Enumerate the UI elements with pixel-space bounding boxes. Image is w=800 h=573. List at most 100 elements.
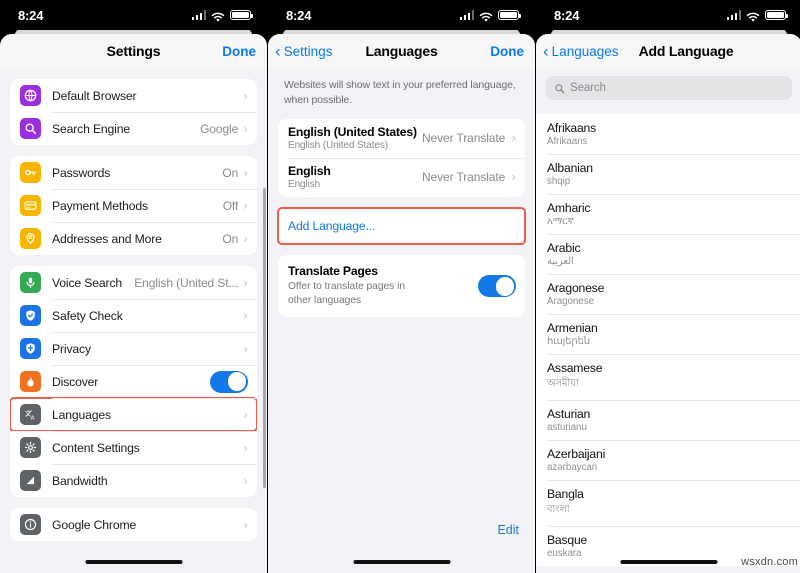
row-search-engine[interactable]: Search Engine Google ›: [10, 112, 257, 145]
row-label: Discover: [52, 374, 99, 389]
done-button[interactable]: Done: [222, 34, 256, 68]
row-addresses-and-more[interactable]: Addresses and More On ›: [10, 222, 257, 255]
row-default-browser[interactable]: Default Browser ›: [10, 79, 257, 112]
key-icon: [20, 162, 41, 183]
row-bandwidth[interactable]: Bandwidth ›: [10, 464, 257, 497]
row-value: Off: [222, 198, 239, 213]
settings-group: Voice Search English (United St... › Saf…: [10, 266, 257, 497]
cellular-signal-icon: [191, 10, 206, 20]
language-translate-state: Never Translate: [421, 170, 506, 185]
row-label: Passwords: [52, 165, 111, 180]
cellular-signal-icon: [726, 10, 741, 20]
microphone-icon: [20, 272, 41, 293]
settings-group: Passwords On › Payment Methods Off › Add…: [10, 156, 257, 255]
chevron-right-icon: ›: [243, 121, 248, 136]
row-google-chrome[interactable]: Google Chrome ›: [10, 508, 257, 541]
shield-icon: [20, 338, 41, 359]
row-label: Payment Methods: [52, 198, 148, 213]
chevron-right-icon: ›: [511, 170, 516, 185]
chevron-right-icon: ›: [511, 131, 516, 146]
row-languages[interactable]: 文A Languages ›: [10, 397, 257, 432]
page-title: Languages: [365, 43, 438, 59]
add-language-label: Add Language...: [278, 208, 525, 245]
edit-button[interactable]: Edit: [497, 523, 519, 537]
language-row-english-united-states[interactable]: English (United States) English (United …: [278, 119, 525, 159]
chevron-right-icon: ›: [243, 88, 248, 103]
vertical-scrollbar[interactable]: [263, 188, 266, 488]
chevron-right-icon: ›: [243, 473, 248, 488]
status-bar: 8:24: [536, 0, 800, 30]
list-item[interactable]: Asturian asturianu: [536, 400, 800, 440]
list-item[interactable]: Assamese অসমীয়া: [536, 354, 800, 400]
list-item[interactable]: Azerbaijani azərbaycan: [536, 440, 800, 480]
list-item[interactable]: Aragonese Aragonese: [536, 274, 800, 314]
language-name: Assamese: [547, 361, 603, 375]
settings-scroll-area[interactable]: Default Browser › Search Engine Google ›: [0, 68, 267, 573]
status-indicators: [726, 9, 788, 22]
available-languages-list: Afrikaans Afrikaans Albanian shqip Amhar…: [536, 114, 800, 566]
list-item[interactable]: Albanian shqip: [536, 154, 800, 194]
languages-scroll-area[interactable]: Websites will show text in your preferre…: [268, 68, 535, 573]
list-item[interactable]: Arabic العربية: [536, 234, 800, 274]
credit-card-icon: [20, 195, 41, 216]
translate-pages-toggle[interactable]: [478, 275, 516, 298]
info-icon: [20, 514, 41, 535]
row-label: Content Settings: [52, 440, 140, 455]
back-button-languages[interactable]: ‹ Languages: [543, 34, 619, 68]
list-item[interactable]: Afrikaans Afrikaans: [536, 114, 800, 154]
chevron-right-icon: ›: [243, 198, 248, 213]
status-clock: 8:24: [554, 7, 580, 23]
add-language-sheet: ‹ Languages Add Language Search Afrikaan…: [536, 34, 800, 573]
chevron-right-icon: ›: [243, 275, 248, 290]
search-placeholder: Search: [570, 82, 606, 94]
row-privacy[interactable]: Privacy ›: [10, 332, 257, 365]
list-item[interactable]: Bangla বাংলা: [536, 480, 800, 526]
home-indicator: [85, 559, 182, 564]
row-label: Google Chrome: [52, 517, 137, 532]
row-discover[interactable]: Discover: [10, 365, 257, 398]
row-translate-pages[interactable]: Translate Pages Offer to translate pages…: [278, 255, 525, 317]
phone-panel-languages: 8:24 ‹ Settings Languages Done Websites …: [268, 0, 535, 573]
search-input[interactable]: Search: [546, 76, 792, 100]
row-voice-search[interactable]: Voice Search English (United St... ›: [10, 266, 257, 299]
done-button[interactable]: Done: [490, 34, 524, 68]
settings-group: Default Browser › Search Engine Google ›: [10, 79, 257, 145]
back-button-settings[interactable]: ‹ Settings: [275, 34, 332, 68]
row-label: Voice Search: [52, 275, 123, 290]
language-name: Aragonese: [547, 281, 605, 295]
language-row-english[interactable]: English English Never Translate ›: [278, 158, 525, 198]
settings-group: Google Chrome ›: [10, 508, 257, 541]
chevron-right-icon: ›: [243, 341, 248, 356]
language-native-name: አማርኛ: [547, 216, 574, 227]
list-item[interactable]: Armenian հայերեն: [536, 314, 800, 354]
list-item[interactable]: Amharic አማርኛ: [536, 194, 800, 234]
search-icon: [554, 83, 565, 94]
status-bar: 8:24: [0, 0, 267, 30]
language-name: Arabic: [547, 241, 581, 255]
screenshot-stage: 8:24 Settings Done Default Browser › Sea…: [0, 0, 800, 573]
language-native-name: հայերեն: [547, 336, 590, 347]
add-language-scroll-area[interactable]: Afrikaans Afrikaans Albanian shqip Amhar…: [536, 100, 800, 573]
row-passwords[interactable]: Passwords On ›: [10, 156, 257, 189]
row-value: On: [222, 231, 239, 246]
row-label: Addresses and More: [52, 231, 162, 246]
wifi-icon: [479, 10, 493, 22]
chevron-left-icon: ‹: [543, 41, 549, 60]
row-payment-methods[interactable]: Payment Methods Off ›: [10, 189, 257, 222]
language-translate-state: Never Translate: [421, 131, 506, 146]
row-safety-check[interactable]: Safety Check ›: [10, 299, 257, 332]
language-name: Albanian: [547, 161, 593, 175]
row-content-settings[interactable]: Content Settings ›: [10, 431, 257, 464]
row-label: Privacy: [52, 341, 91, 356]
home-indicator: [620, 559, 718, 564]
add-language-button[interactable]: Add Language...: [277, 207, 526, 246]
language-native-name: asturianu: [547, 422, 587, 433]
discover-toggle[interactable]: [210, 370, 248, 393]
chevron-left-icon: ‹: [275, 41, 281, 60]
translate-pages-group: Translate Pages Offer to translate pages…: [278, 255, 525, 317]
battery-icon: [230, 9, 253, 21]
languages-description: Websites will show text in your preferre…: [284, 79, 516, 107]
language-native-name: English: [288, 179, 321, 191]
language-native-name: বাংলা: [547, 504, 570, 515]
search-icon: [20, 118, 41, 139]
